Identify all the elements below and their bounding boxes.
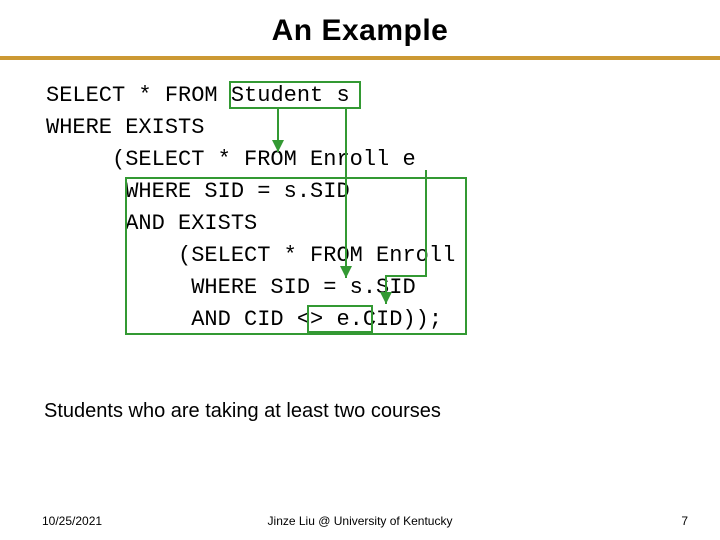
code-line-7: WHERE SID = s.SID (46, 275, 416, 300)
title-wrap: An Example (0, 0, 720, 48)
footer-pageno: 7 (681, 514, 688, 528)
code-line-3: (SELECT * FROM Enroll e (46, 147, 416, 172)
sql-code-block: SELECT * FROM Student s WHERE EXISTS (SE… (46, 80, 720, 432)
code-line-1a: SELECT * FROM (46, 83, 231, 108)
code-line-6: (SELECT * FROM Enroll (46, 243, 455, 268)
title-rule (0, 56, 720, 60)
code-line-5: AND EXISTS (46, 211, 257, 236)
code-line-2: WHERE EXISTS (46, 115, 204, 140)
slide-title: An Example (0, 14, 720, 48)
caption-text: Students who are taking at least two cou… (44, 400, 441, 423)
code-line-1b: Student s (231, 83, 350, 108)
footer-credit: Jinze Liu @ University of Kentucky (0, 514, 720, 528)
code-line-8: AND CID <> e.CID)); (46, 307, 442, 332)
code-line-4: WHERE SID = s.SID (46, 179, 350, 204)
slide: An Example SELECT * FROM Student s WHERE… (0, 0, 720, 540)
